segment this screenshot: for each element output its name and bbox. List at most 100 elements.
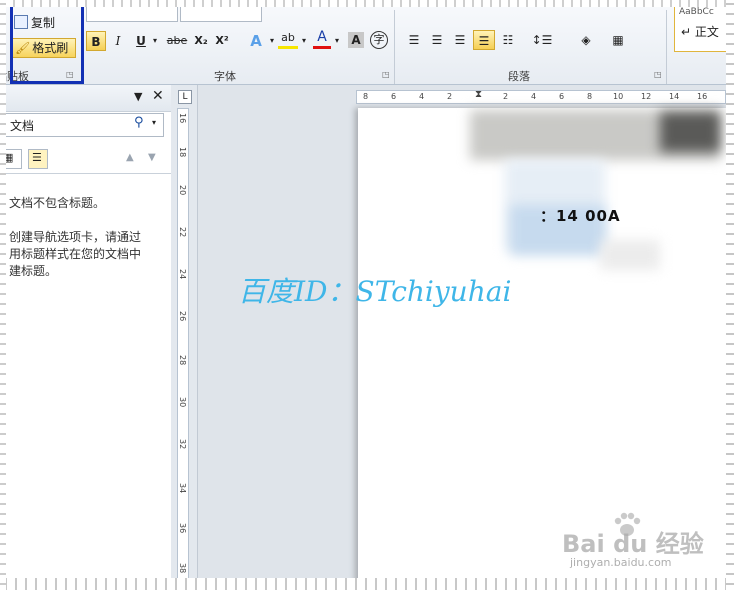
torn-edge-right: [726, 0, 734, 590]
font-group-label: 字体: [214, 70, 236, 83]
ruler-tick-label: 2: [503, 92, 509, 101]
ruler-tick-label: 38: [178, 563, 187, 574]
torn-edge-left: [0, 0, 6, 590]
ruler-tick-label: 8: [587, 92, 593, 101]
justify-icon: ☰: [478, 34, 490, 48]
superscript-button[interactable]: X²: [213, 31, 231, 51]
ruler-tick-label: 10: [613, 92, 624, 101]
navigation-pane: ▼ ✕ 文档 ⚲ ▾ ▦ ☰ ▲ ▼ 文档不包含标题。 创建导航选项卡，请通过 …: [2, 85, 172, 590]
ruler-tick-label: 6: [559, 92, 565, 101]
align-left-icon: ☰: [408, 33, 420, 47]
borders-button[interactable]: ▦: [606, 30, 630, 50]
tab-selector-button[interactable]: L: [178, 90, 192, 104]
font-size-box[interactable]: [180, 6, 262, 22]
nav-message-line: 建标题。: [9, 264, 58, 278]
word-window: 复制 🖌格式刷 粘贴板 ◳ B I U ▾ abe X₂ X² A ▾ ab ▾…: [0, 0, 734, 590]
nav-message-line: 创建导航选项卡，请通过: [9, 230, 142, 244]
ruler-tick-label: 28: [178, 355, 187, 366]
list-icon: ☰: [32, 151, 42, 164]
underline-dropdown-icon[interactable]: ▾: [150, 31, 160, 51]
close-icon[interactable]: ✕: [152, 88, 164, 104]
align-right-button[interactable]: ☰: [450, 30, 470, 50]
ruler-tick-label: 14: [669, 92, 680, 101]
ribbon: 复制 🖌格式刷 粘贴板 ◳ B I U ▾ abe X₂ X² A ▾ ab ▾…: [0, 4, 734, 85]
ruler-tick-label: 12: [641, 92, 652, 101]
tab-results[interactable]: ☰: [28, 149, 48, 169]
nav-message-line: 用标题样式在您的文档中: [9, 247, 142, 261]
bold-button[interactable]: B: [86, 31, 106, 51]
justify-button[interactable]: ☰: [473, 30, 495, 50]
nav-message-line: [9, 212, 167, 229]
vertical-ruler[interactable]: 16 18 20 22 24 26 28 30 32 34 36 38: [177, 108, 189, 590]
ruler-tick-label: 36: [178, 523, 187, 534]
ruler-tick-label: 6: [391, 92, 397, 101]
search-icon[interactable]: ⚲: [134, 115, 144, 130]
nav-pane-header: ▼ ✕: [6, 85, 171, 112]
style-normal[interactable]: AaBbCc ↵ 正文: [674, 4, 734, 52]
ruler-tick-label: 22: [178, 227, 187, 238]
clipboard-highlight-box: [10, 4, 84, 84]
nav-search-input[interactable]: 文档 ⚲ ▾: [6, 113, 164, 137]
ruler-tick-label: 20: [178, 185, 187, 196]
align-center-button[interactable]: ☰: [427, 30, 447, 50]
ruler-tick-label: 4: [419, 92, 425, 101]
paragraph-group-label: 段落: [508, 70, 530, 83]
blurred-image-region: [600, 240, 660, 270]
align-right-icon: ☰: [454, 33, 466, 47]
nav-message-line: 文档不包含标题。: [9, 196, 106, 210]
paint-bucket-icon: ◈: [581, 33, 591, 47]
ruler-tick-label: 8: [363, 92, 369, 101]
ruler-tick-label: 18: [178, 147, 187, 158]
font-color-button[interactable]: A: [313, 29, 331, 49]
subscript-button[interactable]: X₂: [192, 31, 210, 51]
shading-button[interactable]: ◈: [574, 30, 598, 50]
group-separator: [666, 10, 667, 84]
line-spacing-button[interactable]: ↕☰: [530, 30, 554, 50]
paragraph-launcher-icon[interactable]: ◳: [654, 70, 662, 79]
borders-icon: ▦: [612, 33, 624, 47]
nav-tabs: ▦ ☰ ▲ ▼: [2, 147, 171, 174]
underline-button[interactable]: U: [133, 31, 149, 51]
torn-edge-bottom: [0, 578, 734, 590]
ruler-tick-label: 30: [178, 397, 187, 408]
nav-search-text: 文档: [10, 119, 35, 133]
watermark-id: 百度ID：STchiyuhai: [238, 275, 512, 308]
ruler-tick-label: 16: [697, 92, 708, 101]
text-effects-dropdown-icon[interactable]: ▾: [267, 31, 277, 51]
horizontal-ruler[interactable]: 8 6 4 2 ⧗ 2 4 6 8 10 12 14 16: [356, 89, 726, 104]
italic-button[interactable]: I: [110, 31, 126, 51]
align-center-icon: ☰: [431, 33, 443, 47]
next-arrow-icon[interactable]: ▼: [148, 152, 156, 163]
ruler-tick-label: 26: [178, 311, 187, 322]
indent-marker-icon[interactable]: ⧗: [475, 89, 482, 100]
nav-empty-message: 文档不包含标题。 创建导航选项卡，请通过 用标题样式在您的文档中 建标题。: [9, 195, 167, 280]
enclose-char-button[interactable]: 字: [370, 31, 388, 49]
char-shading-button[interactable]: A: [348, 32, 364, 48]
ruler-tick-label: 24: [178, 269, 187, 280]
highlight-dropdown-icon[interactable]: ▾: [299, 31, 309, 51]
baidu-logo-watermark: Bai du 经验: [562, 530, 704, 558]
strikethrough-button[interactable]: abe: [166, 31, 188, 51]
blurred-image-region: [660, 112, 720, 152]
font-color-dropdown-icon[interactable]: ▾: [332, 31, 342, 51]
document-text: ：14 00A: [540, 207, 621, 225]
line-spacing-icon: ↕☰: [531, 33, 553, 47]
text-effects-button[interactable]: A: [246, 31, 266, 51]
nav-menu-dropdown-icon[interactable]: ▼: [134, 90, 142, 103]
ruler-tick-label: 4: [531, 92, 537, 101]
distributed-icon: ☷: [502, 33, 514, 47]
highlight-button[interactable]: ab: [278, 29, 298, 49]
font-launcher-icon[interactable]: ◳: [382, 70, 390, 79]
distributed-button[interactable]: ☷: [498, 30, 518, 50]
torn-edge-top: [0, 0, 734, 7]
ruler-tick-label: 34: [178, 483, 187, 494]
search-dropdown-icon[interactable]: ▾: [152, 118, 156, 127]
previous-arrow-icon[interactable]: ▲: [126, 152, 134, 163]
group-separator: [394, 10, 395, 84]
font-name-box[interactable]: [86, 6, 178, 22]
ruler-tick-label: 2: [447, 92, 453, 101]
align-left-button[interactable]: ☰: [404, 30, 424, 50]
ruler-tick-label: 32: [178, 439, 187, 450]
watermark-url: jingyan.baidu.com: [570, 556, 672, 569]
ruler-tick-label: 16: [178, 113, 187, 124]
